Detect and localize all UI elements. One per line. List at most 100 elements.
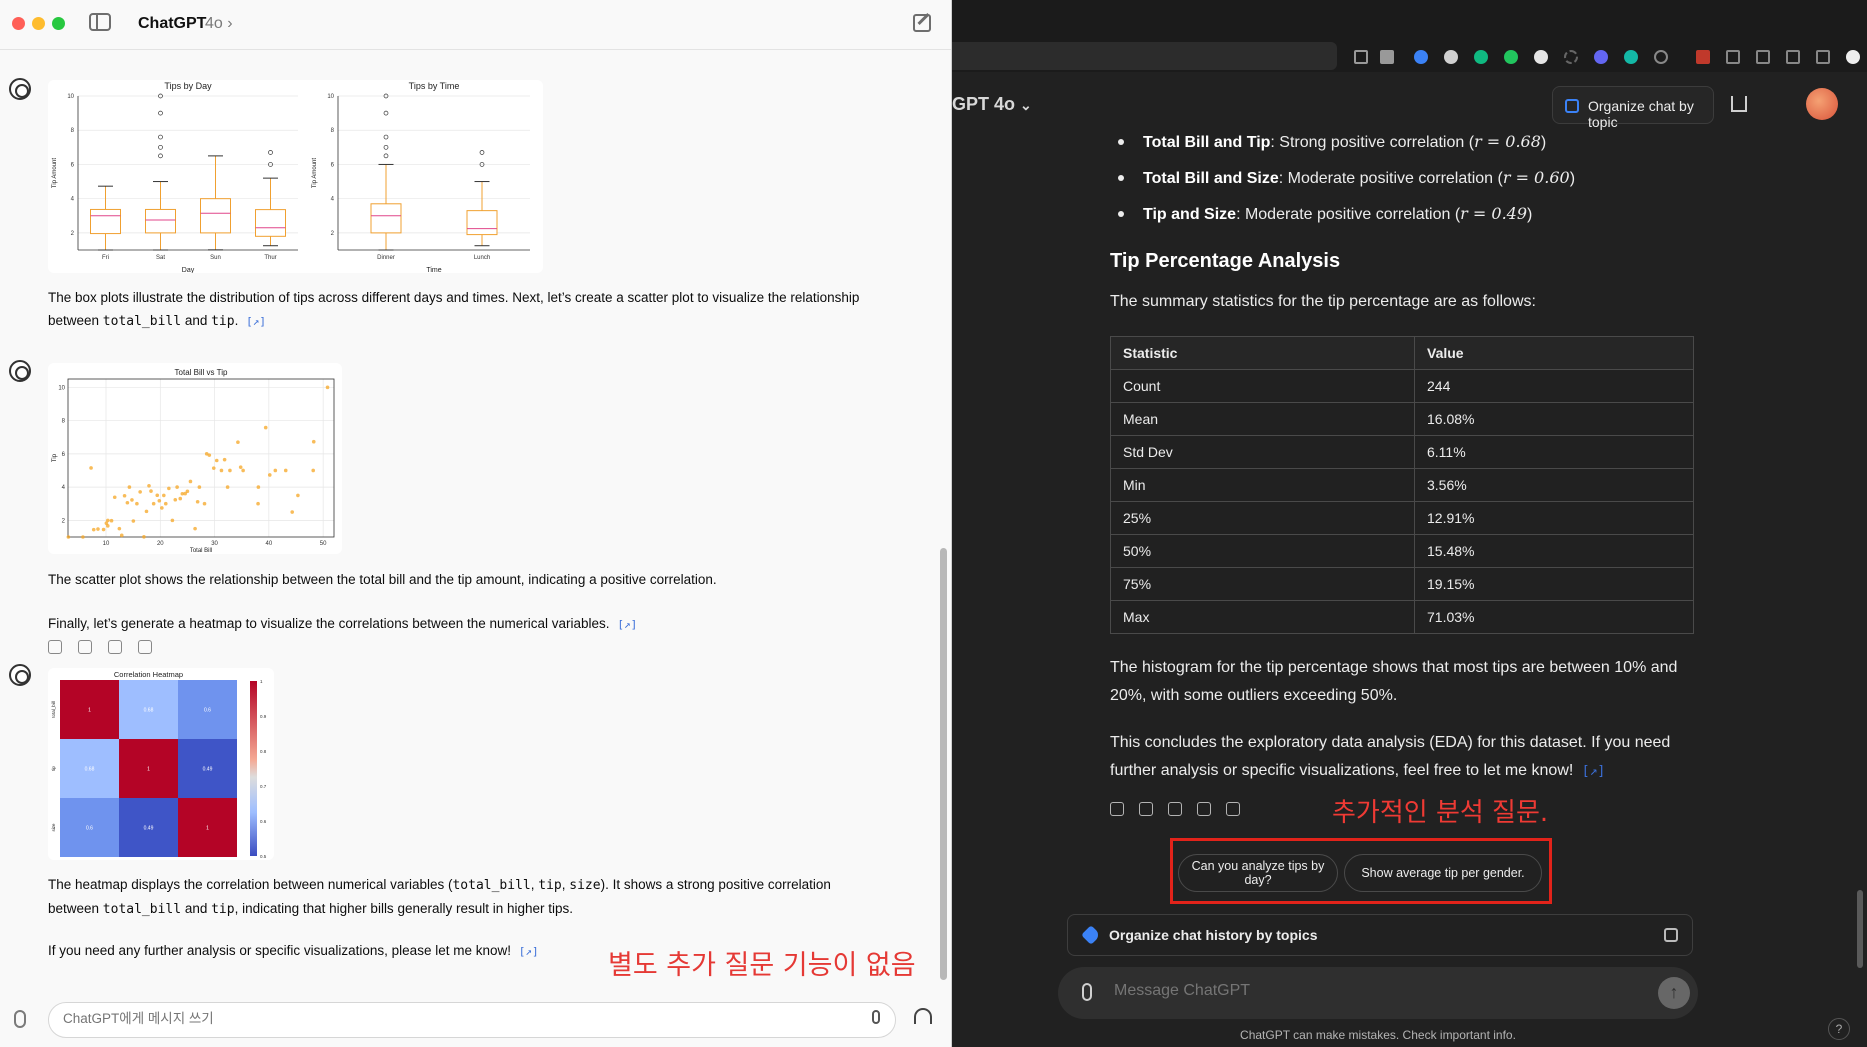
message-input[interactable] <box>1114 982 1594 1000</box>
copy-icon[interactable] <box>1139 801 1153 816</box>
scrollbar[interactable] <box>1857 890 1863 968</box>
extension-icon[interactable] <box>1444 50 1458 64</box>
scrollbar[interactable] <box>940 548 947 980</box>
item-text: ) <box>1569 170 1576 187</box>
help-button[interactable]: ? <box>1828 1018 1850 1040</box>
scatter-point <box>162 493 166 498</box>
read-aloud-icon[interactable] <box>108 639 122 654</box>
bookmark-icon[interactable] <box>1380 50 1394 64</box>
scatter-point <box>238 465 243 469</box>
organize-chat-button[interactable]: Organize chat by topic <box>1552 86 1714 130</box>
message-composer[interactable]: ↑ <box>1058 967 1698 1019</box>
scatter-point <box>135 501 139 506</box>
colorbar-tick-label: 0.5 <box>260 854 267 859</box>
extension-icon[interactable] <box>1414 50 1428 64</box>
sidebar-icon[interactable] <box>1816 50 1830 64</box>
tips-by-day-chart: Tips by Day Day Tip Amount 2 4 6 8 10 Fri Sat Sun T… <box>52 81 298 273</box>
scatter-point <box>142 535 146 539</box>
y-tick-label: total_bill <box>51 701 56 718</box>
inline-code: tip <box>211 902 235 917</box>
scatter-point <box>127 485 132 489</box>
outlier-point <box>158 134 163 140</box>
scatter-point <box>122 493 127 498</box>
model-selector[interactable]: GPT 4o ⌄ <box>952 94 1032 115</box>
view-code-link[interactable]: [↗] <box>246 315 266 328</box>
scatter-point <box>311 468 316 473</box>
scatter-point <box>66 535 71 539</box>
new-chat-icon[interactable] <box>913 14 931 32</box>
scatter-point <box>119 533 124 538</box>
scatter-image: Total Bill vs Tip Total Bill Tip 10 20 30 40 50… <box>48 363 342 554</box>
suggestion-button[interactable]: Show average tip per gender. <box>1344 854 1542 892</box>
regenerate-icon[interactable] <box>1168 801 1182 816</box>
address-bar[interactable] <box>952 42 1337 70</box>
x-axis-label: Total Bill <box>190 548 212 554</box>
share-icon[interactable] <box>1731 96 1747 112</box>
extension-icon[interactable] <box>1534 50 1548 64</box>
inline-code: size <box>569 878 601 893</box>
sparkle-icon[interactable] <box>1226 801 1240 816</box>
extension-icon[interactable] <box>1474 50 1488 64</box>
send-button[interactable]: ↑ <box>1658 977 1690 1009</box>
extension-icon[interactable] <box>1564 50 1578 64</box>
table-cell: 71.03% <box>1427 609 1475 625</box>
suggestion-button[interactable]: Can you analyze tips by day? <box>1178 854 1338 892</box>
view-code-link[interactable]: [↗] <box>617 618 637 631</box>
sidebar-toggle-icon[interactable] <box>89 13 111 31</box>
microphone-icon[interactable] <box>872 1010 880 1024</box>
browser-tab-strip <box>952 0 1867 42</box>
item-label: Total Bill and Tip <box>1143 134 1271 151</box>
extension-icon[interactable] <box>1624 50 1638 64</box>
scatter-point <box>157 498 162 503</box>
copy-icon[interactable] <box>48 639 62 654</box>
view-code-link[interactable]: [↗] <box>1582 764 1605 779</box>
inline-code: total_bill <box>102 314 182 329</box>
minimize-window-button[interactable] <box>32 17 45 30</box>
user-avatar[interactable] <box>1806 88 1838 120</box>
summary-table: Statistic Value Count 244 Mean 16.08% Std … <box>1110 336 1694 634</box>
extension-icon[interactable] <box>1594 50 1608 64</box>
scatter-point <box>109 518 114 523</box>
extension-icon[interactable] <box>1504 50 1518 64</box>
share-page-icon[interactable] <box>1354 50 1368 64</box>
close-window-button[interactable] <box>12 17 25 30</box>
read-aloud-icon[interactable] <box>1110 801 1124 816</box>
model-name: GPT 4o <box>952 94 1016 114</box>
profile-icon[interactable] <box>1846 50 1860 64</box>
inline-code: tip <box>211 314 235 329</box>
download-icon[interactable] <box>1726 50 1740 64</box>
external-link-icon[interactable] <box>1664 928 1678 942</box>
table-cell: 15.48% <box>1414 534 1694 568</box>
scatter-point <box>263 425 268 430</box>
closing-text: If you need any further analysis or spec… <box>48 943 511 958</box>
sparkle-icon[interactable] <box>138 639 152 654</box>
attach-icon[interactable] <box>14 1010 26 1028</box>
cell-value-label: 0.6 <box>86 826 93 832</box>
colorbar-tick-label: 1 <box>260 679 263 684</box>
regenerate-icon[interactable] <box>78 639 92 654</box>
flag-extension-icon[interactable] <box>1696 50 1710 64</box>
model-selector[interactable]: 4o › <box>205 15 233 33</box>
organize-history-button[interactable]: Organize chat history by topics <box>1067 914 1693 956</box>
message-composer[interactable] <box>48 1002 896 1038</box>
table-cell: Min <box>1110 468 1415 502</box>
attach-icon[interactable] <box>1082 983 1092 1001</box>
view-code-link[interactable]: [↗] <box>519 945 539 958</box>
scatter-point <box>273 468 278 473</box>
y-tick-label: 6 <box>62 452 66 458</box>
extension-icon[interactable] <box>1756 50 1770 64</box>
headphones-icon[interactable] <box>914 1008 932 1024</box>
extension-icon[interactable] <box>1654 50 1668 64</box>
y-axis-label: Tip Amount <box>52 158 58 188</box>
message-input[interactable] <box>63 1011 823 1026</box>
maximize-window-button[interactable] <box>52 17 65 30</box>
y-tick-label: 8 <box>62 419 66 425</box>
y-tick-label: 4 <box>71 197 75 203</box>
thumbs-down-icon[interactable] <box>1197 801 1211 816</box>
extension-icon[interactable] <box>1786 50 1800 64</box>
y-axis-label: Tip <box>52 453 58 462</box>
cell-value-label: 0.49 <box>203 767 213 773</box>
scatter-point <box>112 495 117 500</box>
table-row: 75% 19.15% <box>1110 567 1694 601</box>
scatter-point <box>222 457 227 462</box>
